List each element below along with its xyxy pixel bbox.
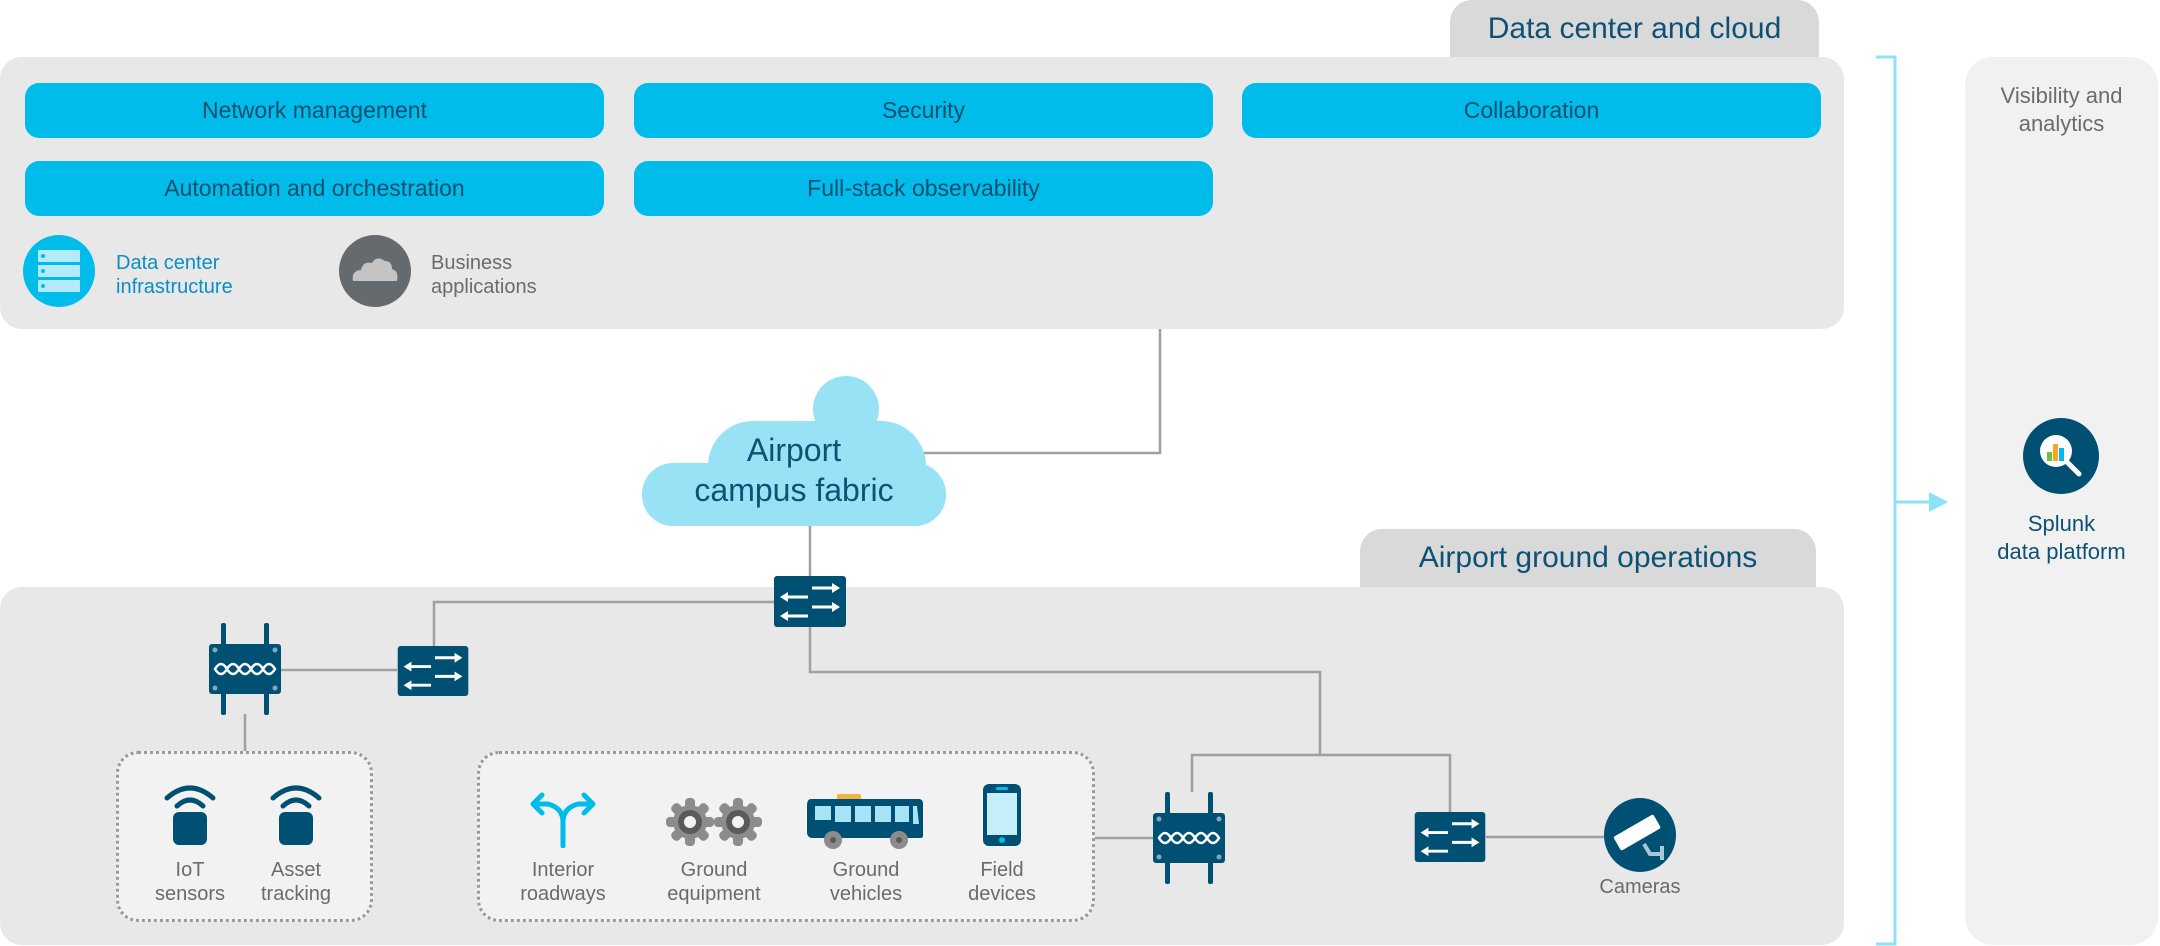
aggregation-bracket [1876, 55, 1948, 946]
visibility-panel [1965, 57, 2158, 945]
visibility-title-line2: analytics [2018, 111, 2105, 136]
visibility-title: Visibility and analytics [1965, 82, 2158, 138]
visibility-title-line1: Visibility and [2000, 83, 2123, 108]
splunk-label-line2: data platform [1997, 539, 2126, 564]
arrow-right-icon [1929, 492, 1948, 512]
magnifier-chart-icon [2023, 418, 2099, 494]
splunk-label: Splunk data platform [1965, 510, 2158, 566]
splunk-label-line1: Splunk [2027, 511, 2096, 536]
